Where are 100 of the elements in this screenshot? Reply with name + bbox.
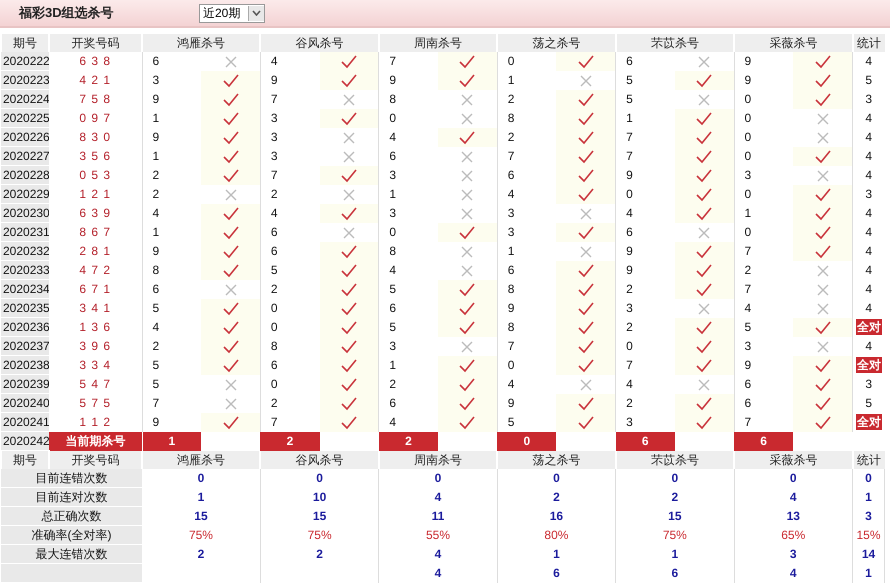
kill-digit: 2 [734,260,794,280]
draw-numbers: 7 5 8 [49,90,142,108]
kill-digit: 9 [616,242,675,260]
kill-digit: 0 [260,298,320,318]
kill-digit: 3 [616,298,675,318]
column-header: 采薇杀号 [734,450,852,469]
stat-count: 4 [865,149,872,163]
stat-count: 3 [865,92,872,106]
column-header: 周南杀号 [378,450,498,469]
current-kill-digit: 6 [616,432,675,450]
kill-digit: 8 [497,280,556,298]
summary-value: 14 [852,544,884,564]
summary-value: 15 [260,506,379,526]
kill-digit: 3 [260,146,320,166]
kill-digit: 4 [497,374,556,394]
kill-digit: 1 [142,222,202,242]
kill-digit: 7 [260,90,320,108]
stat-count: 4 [865,301,872,315]
current-kill-digit: 2 [378,432,438,450]
summary-value: 2 [260,544,379,564]
kill-digit: 0 [260,374,320,394]
kill-digit: 2 [497,128,556,146]
period-cell: 2020225 [1,108,49,128]
summary-label-cell: 目前连错次数 [1,469,142,488]
summary-label-cell: 目前连对次数 [1,488,142,506]
kill-digit: 0 [734,222,794,242]
stat-count: 4 [865,282,872,296]
rate-value: 65% [734,526,852,544]
stat-count: 4 [865,168,872,182]
kill-digit: 3 [497,204,556,222]
summary-value: 4 [378,488,498,506]
kill-digit: 0 [497,356,556,374]
column-header: 开奖号码 [49,450,142,469]
kill-digit: 4 [616,204,675,222]
current-kill-digit: 0 [497,432,556,450]
summary-value: 10 [260,488,379,506]
column-header: 谷风杀号 [260,450,379,469]
summary-value: 4 [378,544,498,564]
kill-digit: 7 [734,242,794,260]
kill-digit: 6 [734,374,794,394]
kill-digit: 9 [142,412,202,432]
period-cell: 2020232 [1,242,49,260]
kill-digit: 1 [378,184,438,204]
kill-digit: 9 [497,298,556,318]
summary-value: 13 [734,506,852,526]
kill-digit: 5 [378,318,438,336]
period-cell: 2020222 [1,52,49,70]
kill-digit: 4 [378,128,438,146]
draw-numbers: 2 8 1 [49,242,142,260]
kill-digit: 2 [616,318,675,336]
kill-digit: 7 [260,166,320,184]
page-title: 福彩3D组选杀号 [19,4,115,22]
kill-digit: 9 [142,90,202,108]
kill-digit: 3 [142,70,202,90]
kill-digit: 2 [142,184,202,204]
kill-digit: 8 [497,108,556,128]
summary-value: 2 [497,488,616,506]
kill-digit: 1 [142,146,202,166]
all-correct-badge: 全对 [856,357,882,374]
kill-digit: 6 [260,242,320,260]
period-cell: 2020227 [1,146,49,166]
draw-numbers: 1 2 1 [49,184,142,204]
kill-digit: 1 [378,356,438,374]
rate-value: 75% [616,526,734,544]
draw-numbers: 3 3 4 [49,356,142,374]
stat-count: 4 [865,111,872,125]
draw-numbers: 6 3 8 [49,52,142,70]
kill-digit: 3 [734,336,794,356]
period-select[interactable]: 近20期 [199,4,266,22]
summary-value: 0 [378,469,498,488]
summary-value: 3 [852,506,884,526]
kill-digit: 9 [142,128,202,146]
kill-digit: 2 [142,336,202,356]
summary-value: 3 [734,544,852,564]
period-cell: 2020242 [1,432,49,450]
column-header: 期号 [1,450,49,469]
kill-digit: 9 [616,260,675,280]
summary-value: 2 [616,488,734,506]
summary-value: 0 [497,469,616,488]
summary-value: 4 [734,488,852,506]
kill-digit: 5 [260,260,320,280]
kill-digit: 7 [260,412,320,432]
kill-digit: 4 [142,318,202,336]
column-header: 荡之杀号 [497,34,616,52]
kill-digit: 1 [142,108,202,128]
kill-digit: 8 [378,242,438,260]
draw-numbers: 4 2 1 [49,70,142,90]
rate-value: 75% [260,526,379,544]
summary-value: 1 [852,564,884,582]
kill-digit: 9 [616,166,675,184]
kill-digit: 5 [142,356,202,374]
period-cell: 2020239 [1,374,49,394]
kill-digit: 1 [497,70,556,90]
kill-digit: 6 [734,394,794,412]
kill-digit: 6 [260,356,320,374]
period-cell: 2020229 [1,184,49,204]
summary-label-cell: 最大连错次数 [1,544,142,564]
period-cell: 2020234 [1,280,49,298]
column-header: 周南杀号 [378,34,498,52]
summary-value: 0 [734,469,852,488]
